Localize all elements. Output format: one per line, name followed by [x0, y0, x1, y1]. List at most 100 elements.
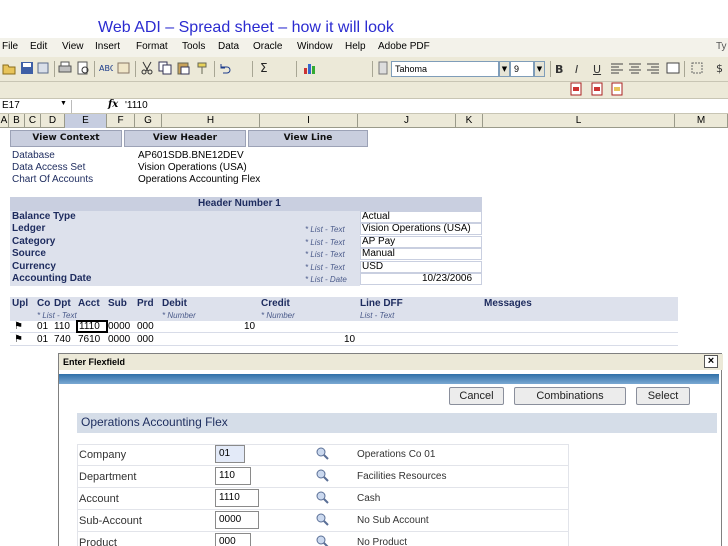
menu-overflow: Ty [716, 41, 727, 52]
segment-input[interactable]: 0000 [215, 511, 259, 529]
align-center-icon[interactable] [628, 61, 642, 75]
upload-flag-icon: ⚑ [14, 321, 23, 332]
align-right-icon[interactable] [646, 61, 660, 75]
bold-button[interactable]: B [555, 63, 563, 76]
search-icon[interactable] [315, 446, 329, 460]
currency-button[interactable]: $ [716, 62, 723, 75]
column-header[interactable]: L [483, 114, 675, 128]
cell-debit[interactable]: 10 [244, 321, 255, 332]
borders-icon[interactable] [690, 61, 704, 75]
font-size-select[interactable]: 9 [510, 61, 534, 77]
permission-icon[interactable] [36, 61, 50, 75]
font-name-select[interactable]: Tahoma [391, 61, 499, 77]
context-label: Database [12, 150, 55, 161]
segment-input[interactable]: 01 [215, 445, 245, 463]
lines-col-credit: Credit [261, 298, 290, 309]
menu-data[interactable]: Data [218, 41, 239, 52]
cell-prd[interactable]: 000 [137, 321, 154, 332]
open-folder-icon[interactable] [2, 61, 16, 75]
menu-adobe-pdf[interactable]: Adobe PDF [378, 41, 430, 52]
undo-icon[interactable] [218, 61, 232, 75]
segment-input[interactable]: 110 [215, 467, 251, 485]
menu-oracle[interactable]: Oracle [253, 41, 282, 52]
header-field-label: Source [12, 248, 46, 259]
menu-format[interactable]: Format [136, 41, 168, 52]
view-header-button[interactable]: View Header [124, 130, 246, 147]
cut-icon[interactable] [140, 61, 154, 75]
search-icon[interactable] [315, 468, 329, 482]
column-header[interactable]: G [135, 114, 162, 128]
view-context-button[interactable]: View Context [10, 130, 122, 147]
combinations-button[interactable]: Combinations [514, 387, 626, 405]
menu-insert[interactable]: Insert [95, 41, 120, 52]
header-field-value: Manual [362, 248, 395, 259]
chart-wizard-icon[interactable] [303, 61, 317, 75]
cell-co[interactable]: 01 [37, 321, 48, 332]
formula-input[interactable]: '1110 [125, 100, 148, 111]
pdf-convert-icon[interactable] [569, 82, 583, 96]
cell-dpt[interactable]: 110 [54, 321, 70, 332]
paste-icon[interactable] [176, 61, 190, 75]
align-left-icon[interactable] [610, 61, 624, 75]
menu-edit[interactable]: Edit [30, 41, 47, 52]
header-title: Header Number 1 [198, 198, 281, 209]
pdf-email-icon[interactable] [590, 82, 604, 96]
cell-dpt[interactable]: 740 [54, 334, 71, 345]
column-header[interactable]: D [41, 114, 65, 128]
view-line-button[interactable]: View Line [248, 130, 368, 147]
segment-input[interactable]: 000 [215, 533, 251, 546]
font-size-dropdown-arrow-icon[interactable]: ▼ [534, 61, 545, 77]
spelling-icon[interactable]: ABC [99, 61, 113, 75]
menu-tools[interactable]: Tools [182, 41, 205, 52]
cancel-button[interactable]: Cancel [449, 387, 504, 405]
flexfield-dialog: Enter Flexfield × Cancel Combinations Se… [58, 353, 723, 546]
column-header[interactable]: E [65, 114, 107, 128]
column-header[interactable]: J [358, 114, 456, 128]
menu-file[interactable]: File [2, 41, 18, 52]
copy-icon[interactable] [158, 61, 172, 75]
column-header[interactable]: F [107, 114, 135, 128]
search-icon[interactable] [315, 534, 329, 546]
header-field-value: Vision Operations (USA) [362, 223, 471, 234]
column-header[interactable]: B [9, 114, 25, 128]
print-preview-icon[interactable] [76, 61, 90, 75]
merge-center-icon[interactable] [666, 61, 680, 75]
column-header[interactable]: C [25, 114, 41, 128]
search-icon[interactable] [315, 512, 329, 526]
column-header[interactable]: M [675, 114, 728, 128]
autosum-icon[interactable]: Σ [258, 61, 272, 75]
column-header[interactable]: K [456, 114, 483, 128]
toolbar-grip-icon [378, 61, 388, 75]
cell-acct[interactable]: 7610 [78, 334, 100, 345]
name-box-dropdown-icon[interactable]: ▼ [60, 100, 67, 107]
italic-button[interactable]: I [575, 63, 578, 76]
menu-help[interactable]: Help [345, 41, 366, 52]
header-field-label: Accounting Date [12, 273, 92, 284]
svg-text:Σ: Σ [260, 61, 268, 75]
column-header[interactable]: H [162, 114, 260, 128]
print-icon[interactable] [58, 61, 72, 75]
cell-co[interactable]: 01 [37, 334, 48, 345]
cell-credit[interactable]: 10 [344, 334, 355, 345]
format-painter-icon[interactable] [196, 61, 210, 75]
font-dropdown-arrow-icon[interactable]: ▼ [499, 61, 510, 77]
research-icon[interactable] [117, 61, 131, 75]
cell-acct-selected[interactable]: 1110 [76, 320, 108, 333]
pdf-review-icon[interactable] [610, 82, 624, 96]
cell-sub[interactable]: 0000 [108, 321, 130, 332]
lines-hint-credit: * Number [261, 311, 295, 320]
close-icon[interactable]: × [704, 355, 718, 368]
menu-window[interactable]: Window [297, 41, 333, 52]
search-icon[interactable] [315, 490, 329, 504]
select-button[interactable]: Select [636, 387, 690, 405]
menu-view[interactable]: View [62, 41, 84, 52]
column-header[interactable]: I [260, 114, 358, 128]
underline-button[interactable]: U [593, 63, 601, 76]
save-icon[interactable] [20, 61, 34, 75]
cell-sub[interactable]: 0000 [108, 334, 130, 345]
cell-prd[interactable]: 000 [137, 334, 154, 345]
segment-label: Department [79, 471, 137, 483]
column-header[interactable]: A [0, 114, 9, 128]
segment-input[interactable]: 1110 [215, 489, 259, 507]
function-icon[interactable]: fx [108, 99, 118, 110]
